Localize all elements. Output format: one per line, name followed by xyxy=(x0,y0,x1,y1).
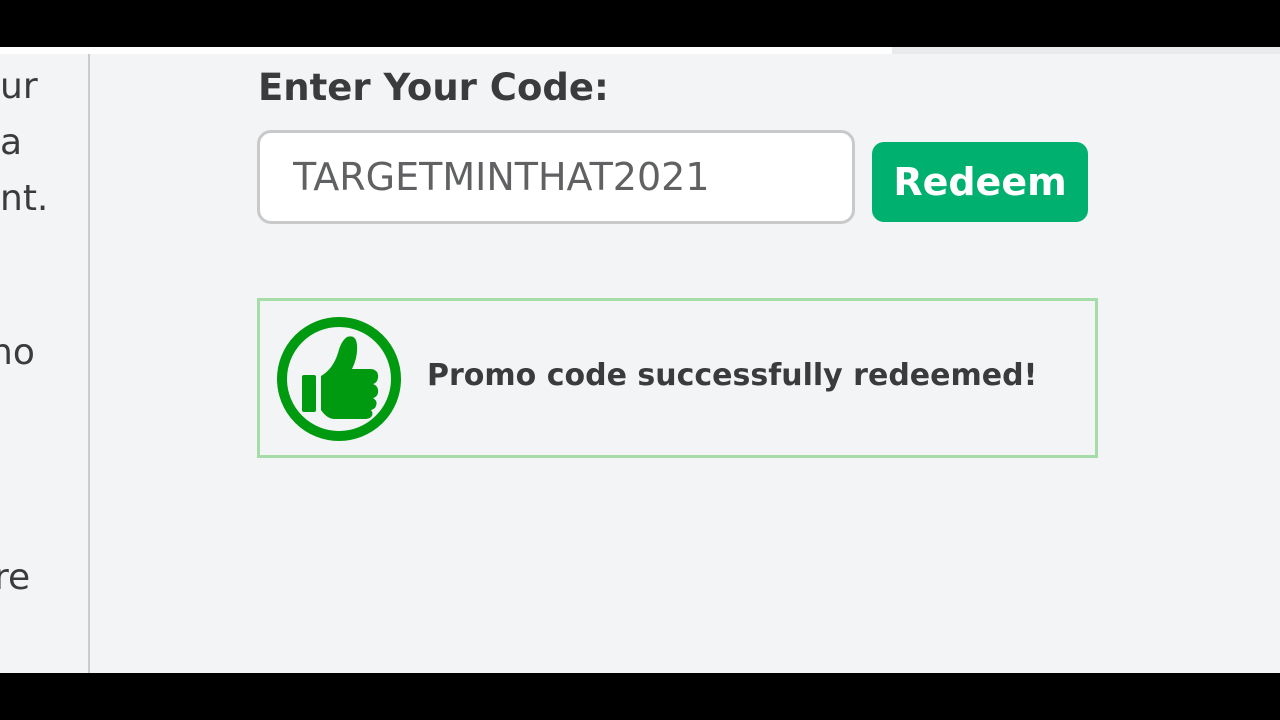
letterbox-bottom xyxy=(0,673,1280,720)
instructions-text-fragment: ur xyxy=(0,66,38,107)
success-message-box: Promo code successfully redeemed! xyxy=(257,298,1098,458)
panel-divider xyxy=(88,54,90,673)
promo-code-input[interactable] xyxy=(257,130,855,224)
instructions-text-fragment: re xyxy=(0,557,31,598)
instructions-text-fragment: nt. xyxy=(0,178,49,219)
instructions-panel: ur a nt. no . re xyxy=(0,54,88,673)
instructions-text-fragment: . xyxy=(0,491,3,527)
promo-code-page: ur a nt. no . re Enter Your Code: Redeem… xyxy=(0,47,1280,673)
code-heading: Enter Your Code: xyxy=(258,66,609,109)
success-message-text: Promo code successfully redeemed! xyxy=(427,358,1038,393)
header-strip xyxy=(0,47,892,54)
redeem-button[interactable]: Redeem xyxy=(872,142,1088,222)
instructions-text-fragment: no xyxy=(0,332,35,373)
letterbox-top xyxy=(0,0,1280,47)
header-strip-right xyxy=(892,47,1280,54)
instructions-text-fragment: a xyxy=(0,122,23,163)
thumbs-up-icon xyxy=(277,317,401,441)
